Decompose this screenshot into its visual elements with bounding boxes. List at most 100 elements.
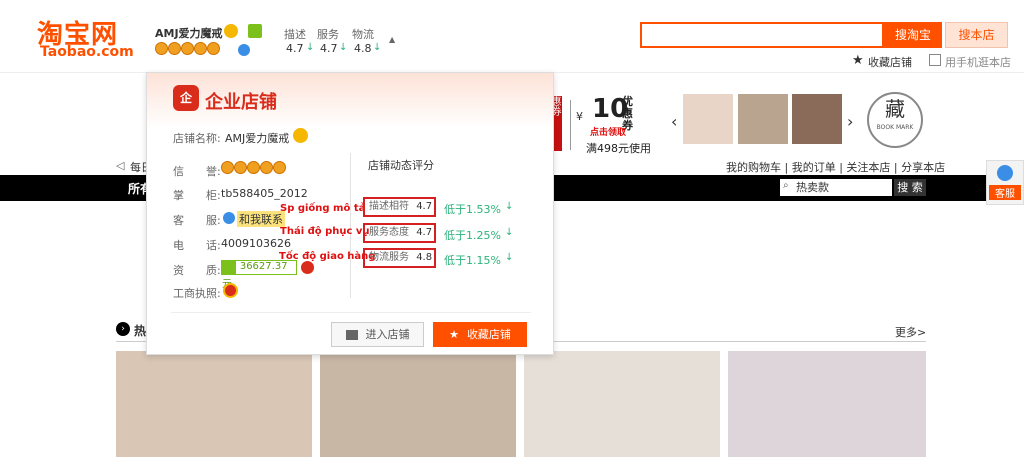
gold-badge-icon: [224, 24, 238, 38]
ratings-title: 店铺动态评分: [368, 159, 434, 172]
rating-annotation: Sp giống mô tả: [280, 203, 366, 214]
down-arrow-icon: ↓: [505, 252, 514, 263]
popup-title: 企业店铺: [205, 92, 277, 113]
contact-me-link[interactable]: 和我联系: [237, 211, 285, 227]
promo-click[interactable]: 点击领取: [590, 125, 626, 138]
my-cart-link[interactable]: 我的购物车: [726, 161, 781, 174]
license-label: 工商执照:: [173, 287, 221, 300]
qualification-label: 资 质:: [173, 264, 221, 277]
stat-value-desc: 4.7: [286, 42, 304, 55]
rating-score: 4.7: [416, 227, 433, 238]
promo-text: 满498元使用: [586, 142, 651, 155]
product-card[interactable]: [320, 351, 516, 457]
service-label: 客服: [989, 185, 1021, 200]
shop-info-popup: 企 企业店铺 店铺名称: AMJ爱力魔戒 信 誉: 掌 柜: tb588405_…: [146, 72, 554, 355]
rating-label: 服务态度: [369, 227, 409, 238]
stat-label-service: 服务: [317, 28, 339, 41]
taobao-logo-en[interactable]: Taobao.com: [40, 44, 134, 60]
banner-thumb[interactable]: [683, 94, 733, 144]
share-shop-link[interactable]: 分享本店: [901, 161, 945, 174]
star-icon: ★: [852, 53, 864, 68]
collect-shop-link[interactable]: 收藏店铺: [868, 54, 912, 70]
search-shop-button[interactable]: 搜本店: [945, 22, 1008, 48]
chevron-right-icon[interactable]: ›: [847, 112, 853, 131]
follow-shop-link[interactable]: 关注本店: [846, 161, 890, 174]
enter-shop-label: 进入店铺: [365, 328, 410, 341]
caret-up-icon[interactable]: ▲: [389, 35, 395, 44]
shop-search-input[interactable]: 热卖款: [780, 179, 892, 196]
down-arrow-icon: ↓: [505, 201, 514, 212]
service-label: 客 服:: [173, 214, 221, 227]
service-widget[interactable]: 客服: [986, 160, 1024, 205]
down-arrow-icon: ↓: [306, 42, 315, 53]
qr-code-icon: [929, 54, 941, 66]
banner-divider: [570, 100, 571, 150]
chevron-left-icon[interactable]: ‹: [671, 112, 677, 131]
down-arrow-icon: ↓: [505, 227, 514, 238]
search-icon: ⌕: [783, 180, 789, 191]
phone-value: 4009103626: [221, 237, 291, 250]
banner-thumb[interactable]: [738, 94, 788, 144]
rating-compare: 低于1.25%: [444, 229, 501, 242]
rating-compare: 低于1.15%: [444, 254, 501, 267]
product-card[interactable]: [116, 351, 312, 457]
rating-box-desc: 描述相符 4.7: [363, 197, 436, 217]
rating-score: 4.7: [416, 201, 433, 212]
phone-label: 电 话:: [173, 239, 221, 252]
rating-box-service: 服务态度 4.7: [363, 223, 436, 243]
star-icon: ★: [449, 328, 459, 341]
chevron-right-icon: ›: [116, 322, 130, 336]
search-input[interactable]: [640, 22, 884, 48]
rating-box-logistics: 物流服务 4.8: [363, 248, 436, 268]
bookmark-char: 藏: [885, 97, 905, 121]
enter-shop-button[interactable]: 进入店铺: [331, 322, 424, 347]
chat-icon: [223, 212, 235, 224]
shop-name-value: AMJ爱力魔戒: [225, 132, 290, 145]
stat-value-service: 4.7: [320, 42, 338, 55]
yen-sign: ¥: [576, 110, 583, 123]
headset-icon: [997, 165, 1013, 181]
nav-bar-left: [0, 175, 112, 201]
rating-annotation: Thái độ phục vụ: [280, 226, 370, 237]
gold-badge-icon: [293, 128, 308, 143]
verified-icon: [248, 24, 262, 38]
top-bar: [480, 0, 1020, 4]
license-icon[interactable]: [223, 283, 238, 298]
stat-label-logistics: 物流: [352, 28, 374, 41]
banner-thumb[interactable]: [792, 94, 842, 144]
product-card[interactable]: [728, 351, 926, 457]
deposit-badge: 36627.37元: [221, 260, 297, 290]
section-title: 热: [134, 324, 147, 338]
search-taobao-button[interactable]: 搜淘宝: [884, 22, 942, 48]
collect-shop-button[interactable]: ★ 收藏店铺: [433, 322, 527, 347]
keeper-value: tb588405_2012: [221, 187, 308, 200]
seller-name[interactable]: AMJ爱力魔戒: [155, 25, 223, 41]
shop-icon: [345, 330, 358, 340]
my-orders-link[interactable]: 我的订单: [792, 161, 836, 174]
rating-label: 描述相符: [369, 201, 409, 212]
rating-score: 4.8: [416, 252, 433, 263]
bookmark-text: BOOK MARK: [876, 124, 914, 131]
credit-label: 信 誉:: [173, 165, 221, 178]
down-arrow-icon: ↓: [373, 42, 382, 53]
credit-medals: [155, 42, 220, 58]
shop-name-label: 店铺名称:: [173, 132, 221, 145]
chat-icon[interactable]: [238, 44, 250, 56]
enterprise-shield-icon: 企: [173, 85, 199, 111]
shop-search-button[interactable]: 搜 索: [894, 179, 926, 196]
down-arrow-icon: ↓: [339, 42, 348, 53]
enterprise-badge-icon: [301, 261, 314, 274]
bookmark-badge[interactable]: 藏 BOOK MARK: [867, 92, 923, 148]
links-row: 我的购物车 | 我的订单 | 关注本店 | 分享本店: [726, 161, 946, 174]
rating-annotation: Tốc độ giao hàng: [279, 251, 376, 262]
mobile-shop-link[interactable]: 用手机逛本店: [945, 54, 1011, 70]
product-card[interactable]: [524, 351, 720, 457]
stat-label-desc: 描述: [284, 28, 306, 41]
collect-shop-label: 收藏店铺: [466, 328, 511, 341]
credit-medals: [221, 161, 286, 177]
rating-compare: 低于1.53%: [444, 203, 501, 216]
rating-label: 物流服务: [369, 252, 409, 263]
speaker-icon: ◁: [116, 159, 125, 172]
popup-footer-divider: [171, 312, 531, 313]
more-link[interactable]: 更多>: [895, 324, 926, 340]
